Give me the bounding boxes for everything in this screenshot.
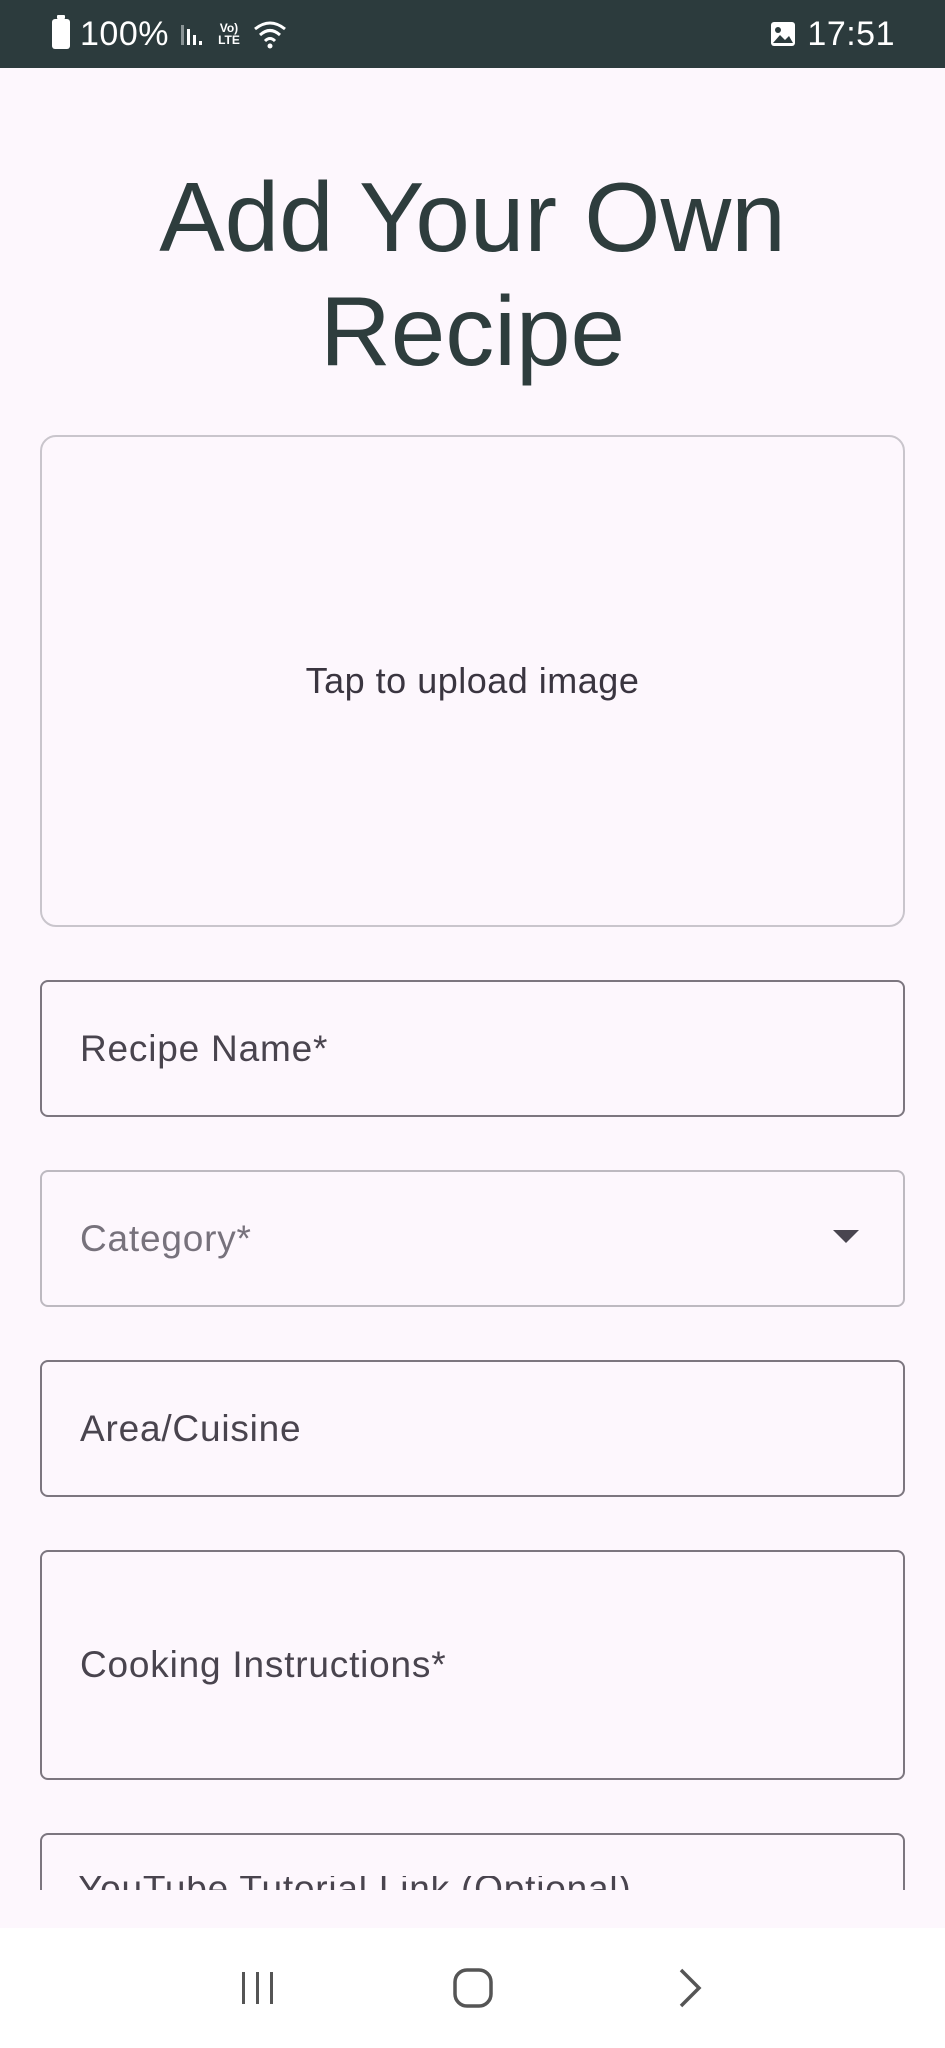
battery-percent: 100% <box>80 14 169 53</box>
status-right: 17:51 <box>769 15 895 54</box>
home-button[interactable] <box>438 1953 508 2023</box>
lte-icon: Vo) LTE <box>218 21 240 47</box>
image-upload-area[interactable]: Tap to upload image <box>40 435 905 927</box>
home-icon <box>452 1968 493 2008</box>
cooking-instructions-field[interactable]: Cooking Instructions* <box>40 1550 905 1780</box>
area-cuisine-field[interactable]: Area/Cuisine <box>40 1360 905 1497</box>
gallery-icon <box>771 22 796 46</box>
dropdown-arrow-icon <box>833 1230 859 1243</box>
cooking-instructions-label: Cooking Instructions* <box>80 1644 447 1685</box>
status-bar: 100% Vo) LTE 17:51 <box>0 0 945 68</box>
category-dropdown[interactable]: Category* <box>40 1170 905 1307</box>
youtube-link-label: YouTube Tutorial Link (Optional) <box>78 1876 778 1890</box>
wifi-icon <box>254 21 286 49</box>
area-cuisine-label: Area/Cuisine <box>80 1407 302 1449</box>
recipe-name-label: Recipe Name* <box>80 1027 329 1069</box>
recipe-name-field[interactable]: Recipe Name* <box>40 980 905 1117</box>
back-button[interactable] <box>653 1953 723 2023</box>
page-title: Add Your Own Recipe <box>159 162 786 386</box>
signal-icon <box>180 25 202 45</box>
clock: 17:51 <box>807 14 895 53</box>
recents-icon <box>241 1972 273 2004</box>
navigation-bar <box>0 1928 945 2048</box>
upload-label: Tap to upload image <box>305 660 640 701</box>
recents-button[interactable] <box>223 1953 293 2023</box>
status-left: 100% Vo) LTE <box>52 15 287 54</box>
youtube-label-wrap: YouTube Tutorial Link (Optional) <box>78 1876 778 1890</box>
scroll-mask <box>0 1890 945 1928</box>
battery-icon <box>52 15 70 49</box>
category-label: Category* <box>80 1217 252 1259</box>
back-icon <box>679 1968 701 2008</box>
